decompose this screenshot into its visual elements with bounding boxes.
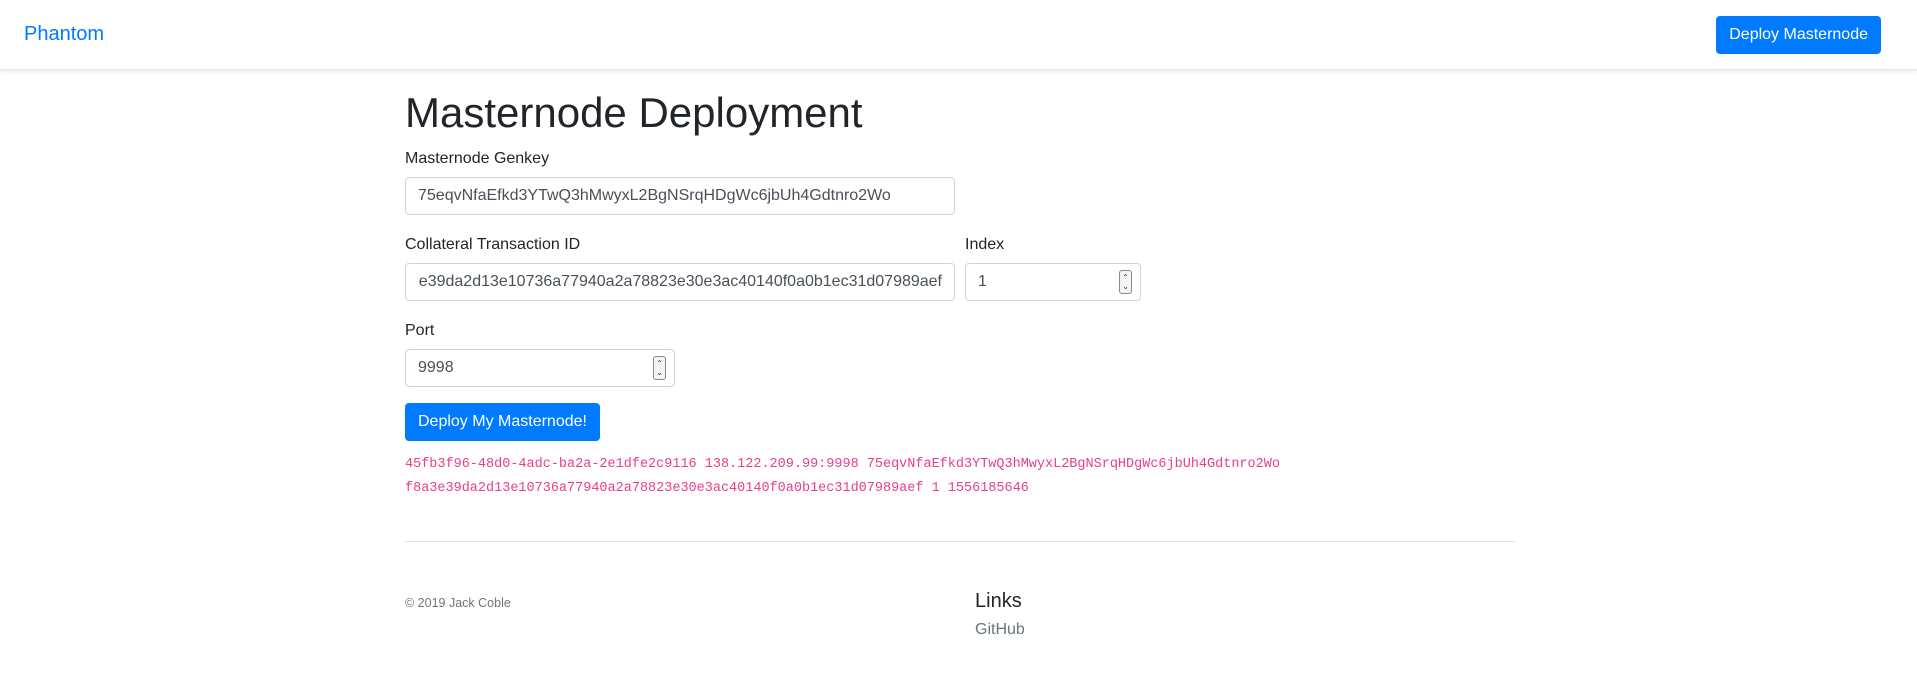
port-stepper-icon[interactable]: ⌃ ⌄ [653,356,666,381]
genkey-input-value: 75eqvNfaEfkd3YTwQ3hMwyxL2BgNSrqHDgWc6jbU… [418,187,891,205]
main-container: Masternode Deployment Masternode Genkey … [405,70,1515,639]
footer: © 2019 Jack Coble Links GitHub [405,590,1515,639]
output-line: 45fb3f96-48d0-4adc-ba2a-2e1dfe2c9116 138… [405,457,1280,473]
navbar: Phantom Deploy Masternode [0,0,1917,70]
index-input[interactable]: 1 ⌃ ⌄ [965,263,1141,302]
output-line: f8a3e39da2d13e10736a77940a2a78823e30e3ac… [405,481,1029,497]
genkey-input[interactable]: 75eqvNfaEfkd3YTwQ3hMwyxL2BgNSrqHDgWc6jbU… [405,177,955,216]
copyright-text: © 2019 Jack Coble [405,596,511,611]
deploy-masternode-nav-button[interactable]: Deploy Masternode [1716,15,1881,54]
collateral-input[interactable]: e39da2d13e10736a77940a2a78823e30e3ac4014… [405,263,955,302]
deployment-output: 45fb3f96-48d0-4adc-ba2a-2e1dfe2c9116 138… [405,453,1515,501]
github-link[interactable]: GitHub [975,621,1025,639]
index-stepper-icon[interactable]: ⌃ ⌄ [1119,270,1132,295]
index-label: Index [965,236,1005,254]
port-input[interactable]: 9998 ⌃ ⌄ [405,349,675,388]
page-title: Masternode Deployment [405,89,863,136]
port-label: Port [405,322,435,340]
collateral-label: Collateral Transaction ID [405,236,581,254]
genkey-label: Masternode Genkey [405,150,550,168]
deploy-my-masternode-button[interactable]: Deploy My Masternode! [405,403,600,442]
port-input-value: 9998 [418,359,454,377]
brand-link[interactable]: Phantom [24,23,104,46]
footer-divider [405,541,1515,543]
links-heading: Links [975,590,1022,613]
index-input-value: 1 [978,273,987,291]
collateral-input-value: e39da2d13e10736a77940a2a78823e30e3ac4014… [418,273,942,291]
